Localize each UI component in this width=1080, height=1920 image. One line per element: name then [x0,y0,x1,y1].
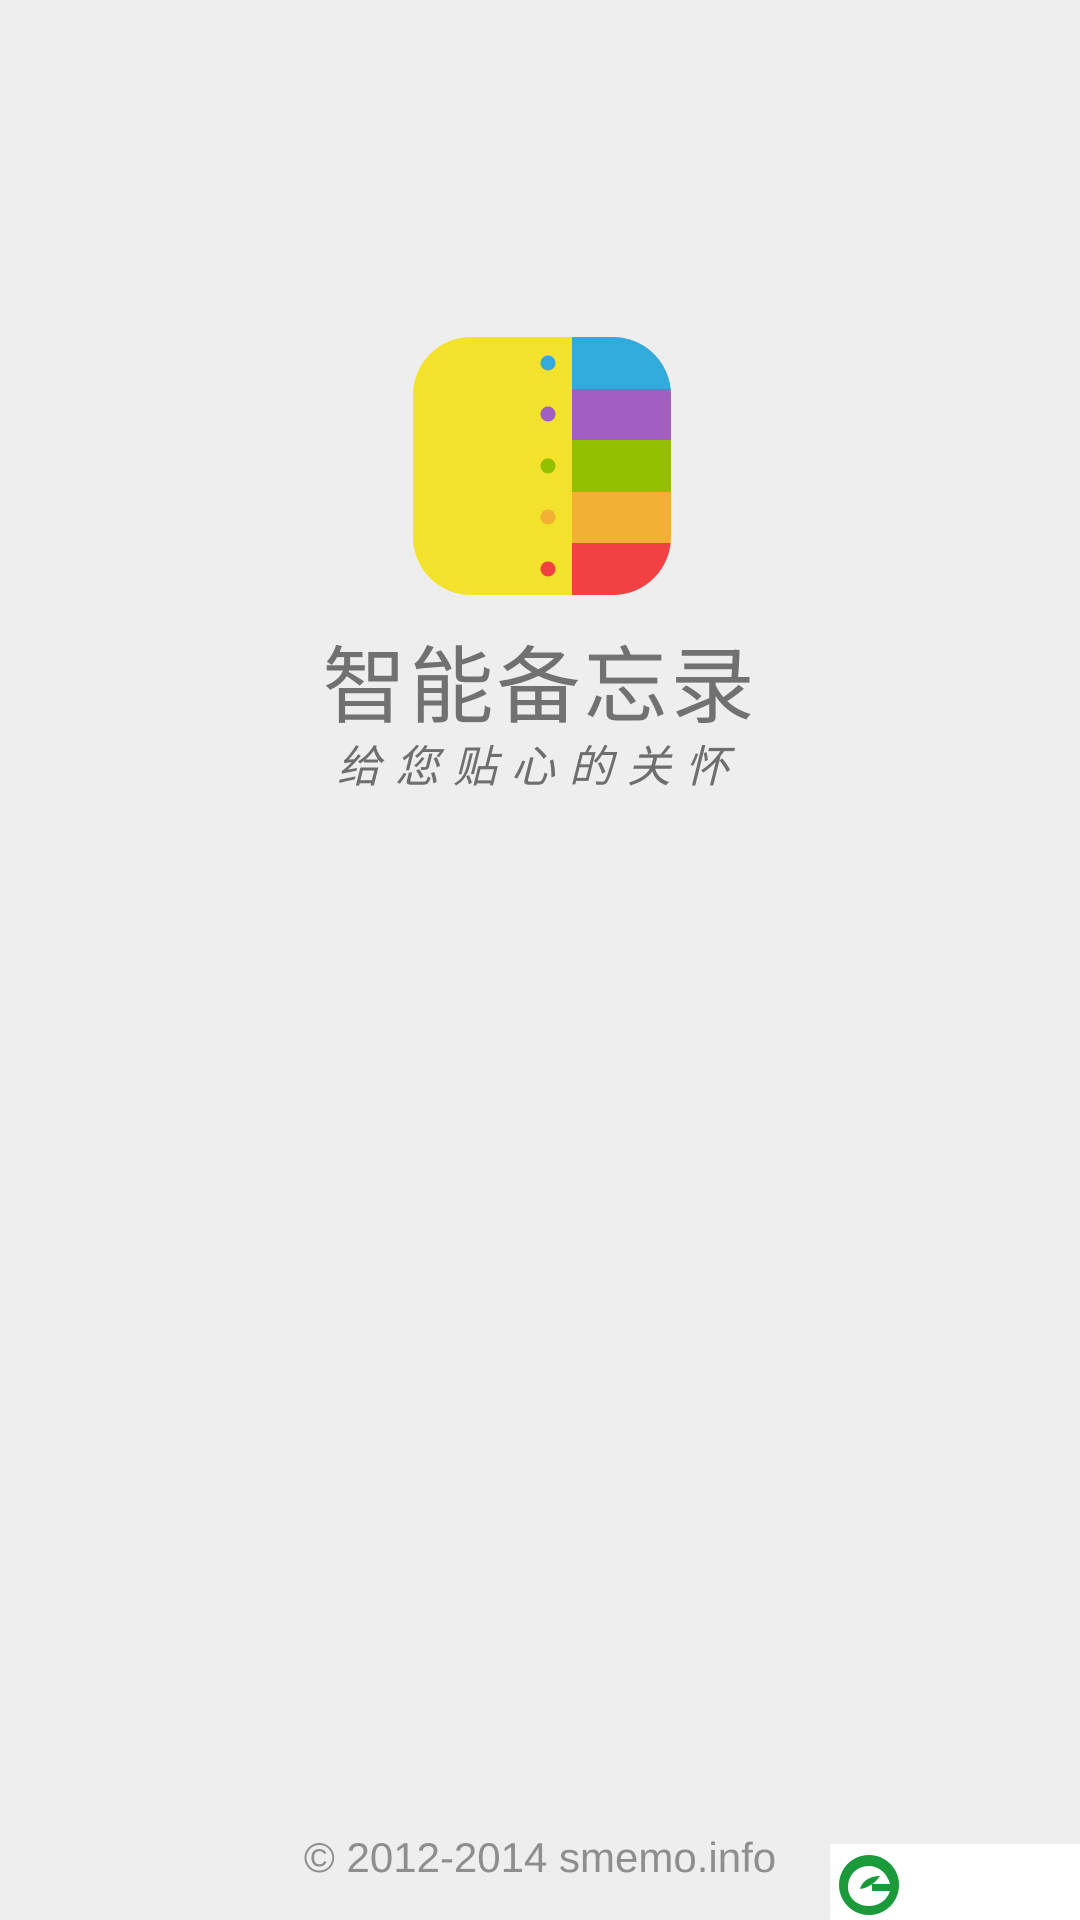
binding-hole-red [540,561,556,577]
tab-purple [572,389,671,440]
tab-orange [572,492,671,543]
tab-blue [572,337,671,389]
app-slogan: 给您贴心的关怀 [337,742,743,793]
binding-hole-purple [540,406,556,422]
splash-screen: 智能备忘录 给您贴心的关怀 © 2012-2014 smemo.info [0,0,1080,1920]
tab-red [572,543,671,595]
leaf-logo-icon [839,1855,899,1915]
partner-badge [830,1844,1080,1920]
app-title: 智能备忘录 [322,638,758,736]
binding-hole-blue [540,355,556,371]
app-logo-icon [413,337,671,595]
tab-green [572,440,671,492]
binding-hole-green [540,458,556,474]
binding-hole-orange [540,509,556,525]
